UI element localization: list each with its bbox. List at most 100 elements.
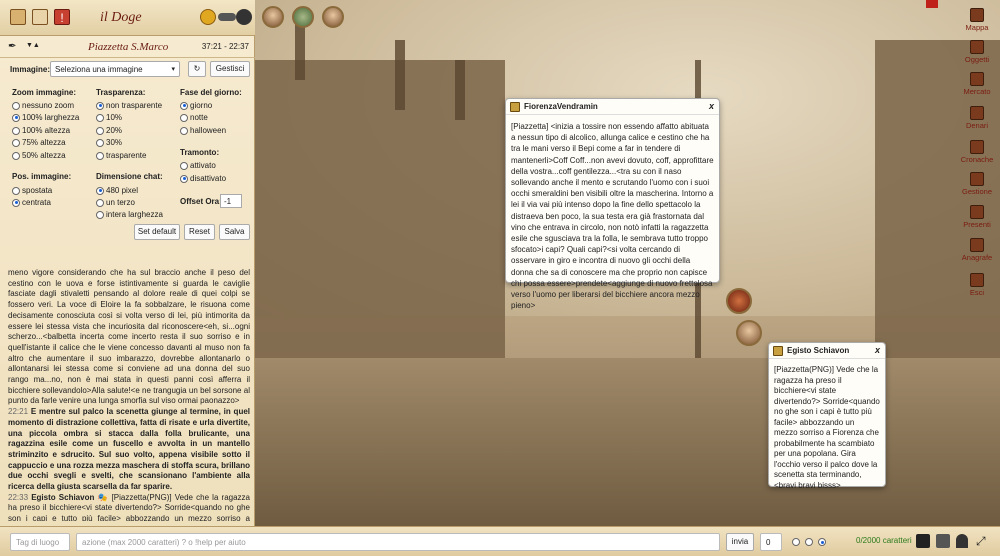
register-icon: [970, 238, 984, 252]
popup-text: [Piazzetta(PNG)] Vede che la ragazza ha …: [774, 365, 880, 490]
chatdim-option-full[interactable]: intera larghezza: [96, 210, 163, 219]
phase-option-halloween[interactable]: halloween: [180, 126, 226, 135]
moon-icon[interactable]: [236, 9, 252, 25]
game-time: 37:21 - 22:37: [201, 42, 249, 51]
market-icon: [970, 72, 984, 86]
count-input[interactable]: 0: [760, 533, 782, 551]
avatar-portrait-2[interactable]: [292, 6, 314, 28]
chatdim-option-480[interactable]: 480 pixel: [96, 186, 138, 195]
sunset-label: Tramonto:: [180, 148, 220, 157]
mask-icon: 🎭: [97, 492, 109, 502]
menu-denari[interactable]: Denari: [957, 106, 997, 130]
menu-cronache[interactable]: Cronache: [957, 140, 997, 164]
menu-anagrafe[interactable]: Anagrafe: [957, 238, 997, 262]
avatar-portrait-1[interactable]: [262, 6, 284, 28]
transparency-option-full[interactable]: trasparente: [96, 151, 146, 160]
scroll-icon[interactable]: [32, 9, 48, 25]
zoom-option-none[interactable]: nessuno zoom: [12, 101, 74, 110]
sun-icon[interactable]: [200, 9, 216, 25]
phase-option-day[interactable]: giorno: [180, 101, 212, 110]
zoom-option-75h[interactable]: 75% altezza: [12, 138, 66, 147]
bookmark-icon[interactable]: [926, 0, 938, 8]
chat-log[interactable]: meno vigore considerando che ha sul brac…: [8, 268, 250, 521]
log-entry: meno vigore considerando che ha sul brac…: [8, 268, 250, 406]
zoom-option-100w[interactable]: 100% larghezza: [12, 113, 79, 122]
dice-icon[interactable]: [936, 534, 950, 548]
menu-gestione[interactable]: Gestione: [957, 172, 997, 196]
mode-radio-1[interactable]: [792, 538, 800, 546]
close-icon[interactable]: x: [709, 101, 714, 111]
sunset-option-off[interactable]: disattivato: [180, 174, 226, 183]
pen-icon[interactable]: ✒: [8, 41, 16, 52]
zoom-option-100h[interactable]: 100% altezza: [12, 126, 70, 135]
refresh-button[interactable]: ↻: [188, 61, 206, 77]
manage-button[interactable]: Gestisci: [210, 61, 250, 77]
piano-icon[interactable]: [916, 534, 930, 548]
offset-label: Offset Ora:: [180, 197, 222, 206]
pos-option-shifted[interactable]: spostata: [12, 186, 52, 195]
popup-header: FiorenzaVendramin x: [506, 99, 719, 115]
right-menu: Mappa Oggetti Mercato Denari Cronache Ge…: [960, 0, 1000, 300]
image-select[interactable]: Seleziona una immagine ▾: [50, 61, 180, 77]
transparency-label: Trasparenza:: [96, 88, 146, 97]
chat-popup-egisto[interactable]: Egisto Schiavon x [Piazzetta(PNG)] Vede …: [768, 342, 886, 490]
menu-mercato[interactable]: Mercato: [957, 72, 997, 96]
phase-label: Fase del giorno:: [180, 88, 242, 97]
action-input[interactable]: azione (max 2000 caratteri) ? o !help pe…: [76, 533, 720, 551]
set-default-button[interactable]: Set default: [134, 224, 180, 240]
transparency-option-30[interactable]: 30%: [96, 138, 122, 147]
settings-panel: ✒ ▼▲ Piazzetta S.Marco 37:21 - 22:37 Imm…: [0, 36, 255, 526]
zoom-label: Zoom immagine:: [12, 88, 77, 97]
top-bar: ! il Doge: [0, 0, 255, 36]
menu-presenti[interactable]: Presenti: [957, 205, 997, 229]
gear-icon: [970, 172, 984, 186]
phase-option-night[interactable]: notte: [180, 113, 208, 122]
pos-label: Pos. immagine:: [12, 172, 72, 181]
menu-esci[interactable]: Esci: [957, 273, 997, 297]
mode-radio-3[interactable]: [818, 538, 826, 546]
transparency-option-20[interactable]: 20%: [96, 126, 122, 135]
image-label: Immagine:: [10, 65, 51, 74]
panel-header: ✒ ▼▲ Piazzetta S.Marco 37:21 - 22:37: [0, 36, 255, 58]
save-button[interactable]: Salva: [219, 224, 250, 240]
toggle-arrows-icon[interactable]: ▼▲: [26, 42, 40, 49]
coins-icon: [970, 106, 984, 120]
chatdim-label: Dimensione chat:: [96, 172, 163, 181]
location-tag-input[interactable]: Tag di luogo: [10, 533, 70, 551]
mask-icon: [773, 346, 783, 356]
avatar-portrait-3[interactable]: [322, 6, 344, 28]
site-title: il Doge: [100, 10, 142, 25]
notification-icon[interactable]: !: [54, 9, 70, 25]
sunset-option-on[interactable]: attivato: [180, 161, 216, 170]
exit-icon: [970, 273, 984, 287]
pos-option-centered[interactable]: centrata: [12, 198, 51, 207]
bag-icon: [970, 40, 984, 54]
close-icon[interactable]: x: [875, 345, 880, 355]
mode-radio-2[interactable]: [805, 538, 813, 546]
chatdim-option-third[interactable]: un terzo: [96, 198, 135, 207]
chat-popup-fiorenza[interactable]: FiorenzaVendramin x [Piazzetta] <inizia …: [505, 98, 720, 310]
bottom-bar: Tag di luogo azione (max 2000 caratteri)…: [0, 526, 1000, 556]
menu-oggetti[interactable]: Oggetti: [957, 40, 997, 64]
mask-icon: [510, 102, 520, 112]
send-button[interactable]: invia: [726, 533, 754, 551]
reset-button[interactable]: Reset: [184, 224, 215, 240]
character-avatar-1[interactable]: [726, 288, 752, 314]
transparency-option-10[interactable]: 10%: [96, 113, 122, 122]
log-entry: 22:33 Egisto Schiavon 🎭 [Piazzetta(PNG)]…: [8, 492, 250, 521]
fullscreen-icon[interactable]: ⤢: [976, 534, 986, 548]
zoom-option-50h[interactable]: 50% altezza: [12, 151, 66, 160]
map-icon: [970, 8, 984, 22]
offset-input[interactable]: -1: [220, 194, 242, 208]
log-entry: 22:21 E mentre sul palco la scenetta giu…: [8, 407, 250, 492]
location-title: Piazzetta S.Marco: [88, 41, 169, 53]
character-icon[interactable]: [956, 534, 968, 548]
mail-icon[interactable]: [10, 9, 26, 25]
transparency-option-none[interactable]: non trasparente: [96, 101, 162, 110]
character-avatar-2[interactable]: [736, 320, 762, 346]
toggle-icon[interactable]: [218, 13, 236, 21]
chevron-down-icon: ▾: [171, 66, 175, 73]
popup-header: Egisto Schiavon x: [769, 343, 885, 359]
char-counter: 0/2000 caratteri: [856, 536, 912, 545]
menu-mappa[interactable]: Mappa: [957, 8, 997, 32]
